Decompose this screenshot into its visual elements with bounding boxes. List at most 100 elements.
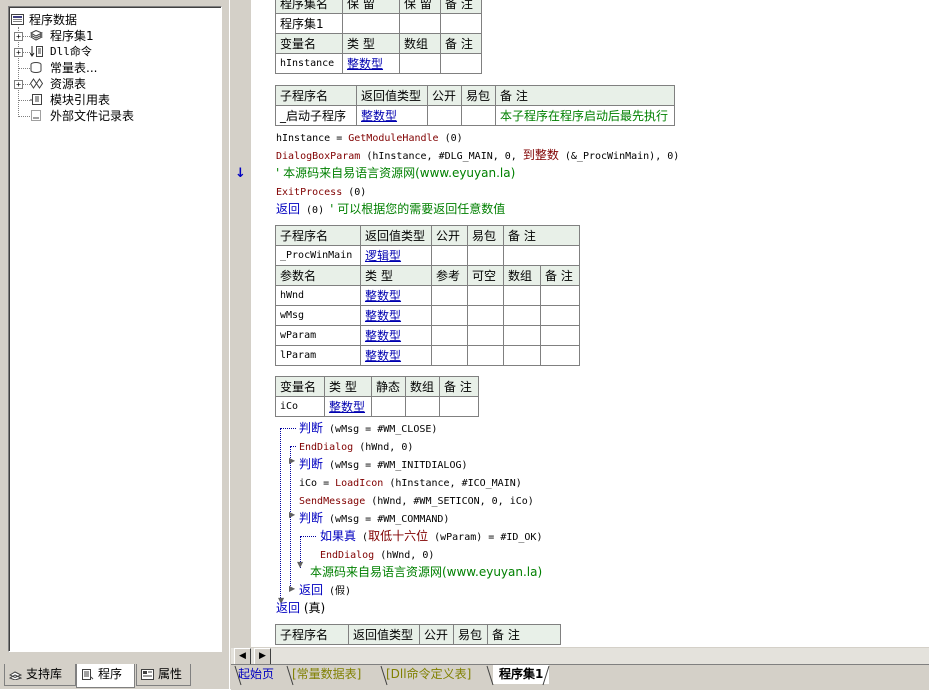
flow-line [280,428,296,429]
param-name[interactable]: wParam [275,325,361,346]
expand-icon[interactable]: + [14,48,23,57]
tree-item-modules[interactable]: 模块引用表 [9,92,214,108]
expand-icon[interactable]: + [14,80,23,89]
type-link[interactable]: 整数型 [360,305,432,326]
col-header: 备 注 [495,85,675,106]
horizontal-scrollbar[interactable] [231,647,929,665]
code-line[interactable]: 如果真 (取低十六位 (wParam) = #ID_OK) [320,527,542,545]
table-cell[interactable] [503,245,580,266]
code-line[interactable]: EndDialog (hWnd, 0) [299,437,413,455]
project-tree[interactable]: 程序数据 + 程序集1 + Dll命令 常量表... + 资源表 模块引用表 外… [8,6,222,652]
code-text: (hInstance, #DLG_MAIN, 0, [360,151,523,162]
table-cell[interactable] [461,105,496,126]
tab-label: 属性 [158,667,183,681]
table-cell[interactable] [371,396,406,417]
table-cell[interactable] [540,325,580,346]
code-line[interactable]: hInstance = GetModuleHandle (0) [276,128,463,146]
type-link[interactable]: 整数型 [324,396,372,417]
tab-program[interactable]: 程序 [76,664,135,688]
tree-connector [18,116,30,117]
code-comment[interactable]: ' 本源码来自易语言资源网(www.eyuyan.la) [276,164,515,182]
code-line[interactable]: 返回 (真) [276,599,325,617]
code-line[interactable]: SendMessage (hWnd, #WM_SETICON, 0, iCo) [299,491,534,509]
table-cell[interactable] [467,245,504,266]
table-cell[interactable] [540,345,580,366]
tree-root[interactable]: 程序数据 [11,12,211,28]
table-cell[interactable] [467,345,504,366]
col-header: 返回值类型 [348,624,420,645]
param-name[interactable]: lParam [275,345,361,366]
param-name[interactable]: wMsg [275,305,361,326]
code-editor[interactable]: 程序集名 保 留 保 留 备 注 程序集1 变量名 类 型 数组 备 注 hIn… [251,0,929,647]
type-link[interactable]: 逻辑型 [360,245,432,266]
type-link[interactable]: 整数型 [360,285,432,306]
tree-item-label: 常量表... [50,61,98,75]
table-cell[interactable]: _启动子程序 [275,105,357,126]
code-line[interactable]: 返回 (假) [299,581,351,599]
table-cell[interactable] [467,285,504,306]
table-cell[interactable] [399,53,441,74]
type-link[interactable]: 整数型 [360,345,432,366]
table-cell[interactable] [431,345,468,366]
code-line[interactable]: iCo = LoadIcon (hInstance, #ICO_MAIN) [299,473,522,491]
table-cell[interactable] [431,245,468,266]
table-cell[interactable] [431,305,468,326]
code-line[interactable]: DialogBoxParam (hInstance, #DLG_MAIN, 0,… [276,146,679,164]
table-cell[interactable] [540,305,580,326]
variable-name[interactable]: iCo [275,396,325,417]
col-header: 备 注 [440,0,482,14]
type-link[interactable]: 整数型 [360,325,432,346]
table-cell[interactable] [503,325,541,346]
scroll-right-button[interactable]: ▶ [254,648,271,665]
col-header: 备 注 [540,265,580,286]
table-cell[interactable]: 程序集1 [275,13,343,34]
code-gutter[interactable] [231,0,251,647]
type-link[interactable]: 整数型 [342,53,400,74]
tree-item-program-set[interactable]: + 程序集1 [9,28,214,44]
expand-icon[interactable]: + [14,32,23,41]
table-cell[interactable] [440,13,482,34]
code-line[interactable]: 判断 (wMsg = #WM_CLOSE) [299,419,437,437]
table-cell[interactable] [439,396,479,417]
col-header: 子程序名 [275,624,349,645]
tree-item-external-files[interactable]: 外部文件记录表 [9,108,214,124]
col-header: 可空 [467,265,504,286]
scroll-left-button[interactable]: ◀ [234,648,251,665]
tree-item-dll[interactable]: + Dll命令 [9,44,214,60]
col-header: 类 型 [360,265,432,286]
code-line[interactable]: ExitProcess (0) [276,182,366,200]
code-line[interactable]: 返回 (0) ' 可以根据您的需要返回任意数值 [276,200,505,218]
code-line[interactable]: 判断 (wMsg = #WM_COMMAND) [299,509,449,527]
table-cell[interactable] [342,13,400,34]
tab-support-library[interactable]: 支持库 [4,664,76,686]
code-line[interactable]: 判断 (wMsg = #WM_INITDIALOG) [299,455,468,473]
table-cell[interactable]: _ProcWinMain [275,245,361,266]
table-cell[interactable]: 本子程序在程序启动后最先执行 [495,105,675,126]
table-cell[interactable] [427,105,462,126]
col-header: 易包 [461,85,496,106]
table-cell[interactable] [431,325,468,346]
table-cell[interactable] [503,305,541,326]
table-cell[interactable] [467,305,504,326]
tab-properties[interactable]: 属性 [136,664,191,686]
col-header: 静态 [371,376,406,397]
param-name[interactable]: hWnd [275,285,361,306]
code-line[interactable]: EndDialog (hWnd, 0) [320,545,434,563]
table-cell[interactable] [405,396,440,417]
col-header: 参数名 [275,265,361,286]
table-cell[interactable] [503,285,541,306]
properties-icon [141,669,154,680]
table-cell[interactable]: hInstance [275,53,343,74]
table-cell[interactable] [503,345,541,366]
code-comment[interactable]: 本源码来自易语言资源网(www.eyuyan.la) [310,563,542,581]
table-cell[interactable] [440,53,482,74]
table-cell[interactable] [540,285,580,306]
table-cell[interactable] [431,285,468,306]
table-cell[interactable] [467,325,504,346]
tree-item-resources[interactable]: + 资源表 [9,76,214,92]
code-text: (0) [300,205,331,216]
tree-item-constants[interactable]: 常量表... [9,60,214,76]
keyword: 返回 [299,583,324,597]
table-cell[interactable] [399,13,441,34]
type-link[interactable]: 整数型 [356,105,428,126]
